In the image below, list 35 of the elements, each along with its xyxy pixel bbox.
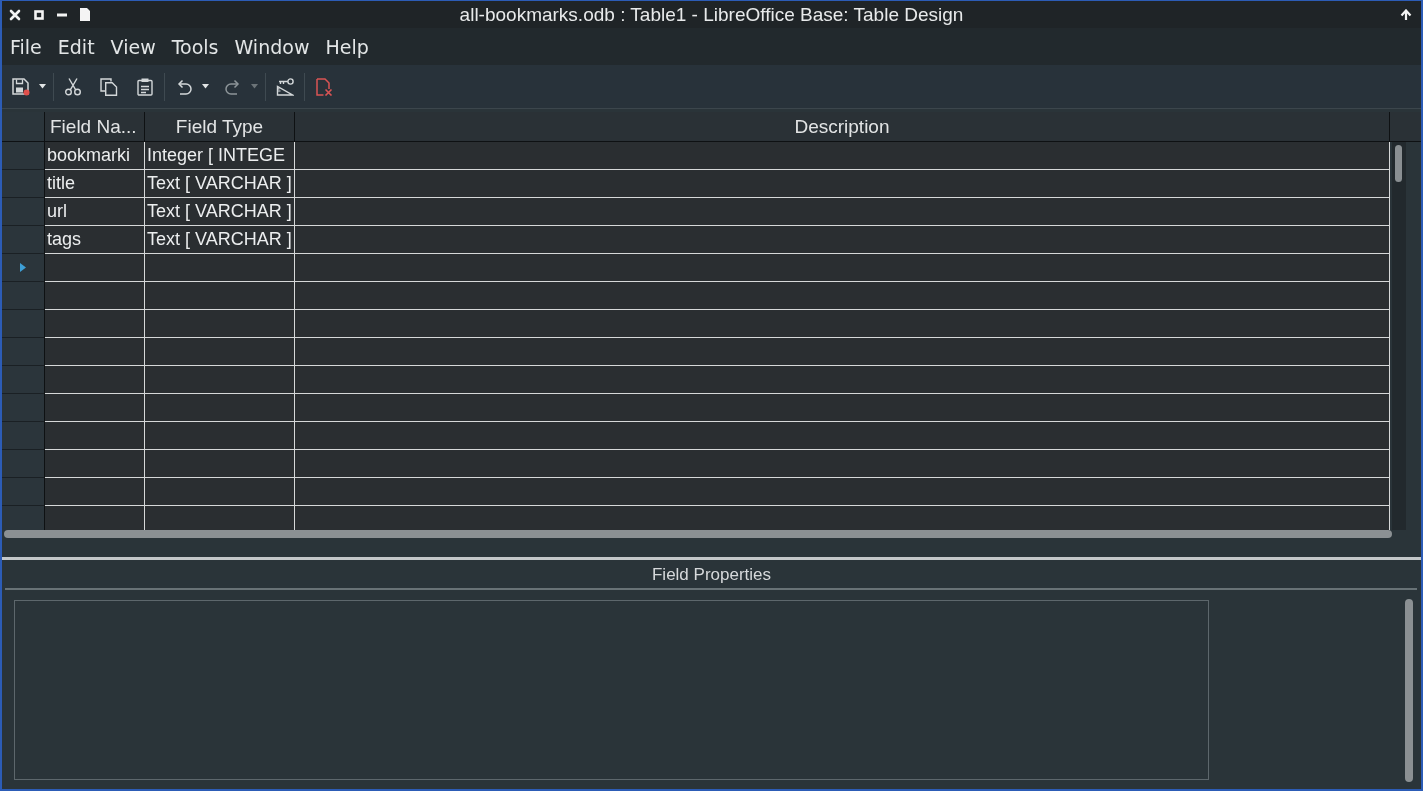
- document-icon[interactable]: [80, 8, 90, 21]
- table-cell: bookmarki: [45, 142, 145, 170]
- menu-item[interactable]: Edit: [49, 33, 103, 60]
- table-cell: url: [45, 198, 145, 226]
- up-arrow-icon[interactable]: [1400, 8, 1412, 21]
- table-cell: Text [ VARCHAR ]: [145, 170, 295, 198]
- vertical-scrollbar[interactable]: [1392, 142, 1406, 530]
- table-cell: Text [ VARCHAR ]: [145, 226, 295, 254]
- table-cell: title: [45, 170, 145, 198]
- table-cell: Integer [ INTEGE: [145, 142, 295, 170]
- table-cell: tags: [45, 226, 145, 254]
- menu-item[interactable]: Tools: [163, 33, 227, 60]
- maximize-icon[interactable]: [34, 9, 44, 20]
- menu-item[interactable]: File: [2, 33, 50, 60]
- row-header[interactable]: [2, 254, 45, 282]
- horizontal-scrollbar[interactable]: [4, 530, 1392, 538]
- menu-item[interactable]: Window: [226, 33, 318, 60]
- menu-item[interactable]: View: [102, 33, 164, 60]
- section-title: Field Properties: [650, 564, 773, 585]
- key-triangle-icon[interactable]: [276, 77, 294, 96]
- copy-icon[interactable]: [100, 77, 118, 96]
- clipboard-icon[interactable]: [136, 77, 154, 96]
- vertical-scrollbar[interactable]: [1405, 599, 1413, 782]
- undo-arrow-icon[interactable]: [175, 77, 193, 96]
- minimize-icon[interactable]: [57, 12, 67, 17]
- caret-icon[interactable]: [39, 84, 46, 89]
- triangle-icon: [20, 263, 26, 272]
- close-icon[interactable]: [9, 8, 21, 21]
- scissors-icon[interactable]: [64, 77, 82, 96]
- window-title: all-bookmarks.odb : Table1 - LibreOffice Base: Table Design: [459, 3, 964, 26]
- table-cell: Text [ VARCHAR ]: [145, 198, 295, 226]
- caret-icon[interactable]: [202, 84, 209, 89]
- scrollbar-thumb[interactable]: [1395, 145, 1402, 182]
- menu-item[interactable]: Help: [317, 33, 377, 60]
- document-x-icon[interactable]: [315, 77, 333, 96]
